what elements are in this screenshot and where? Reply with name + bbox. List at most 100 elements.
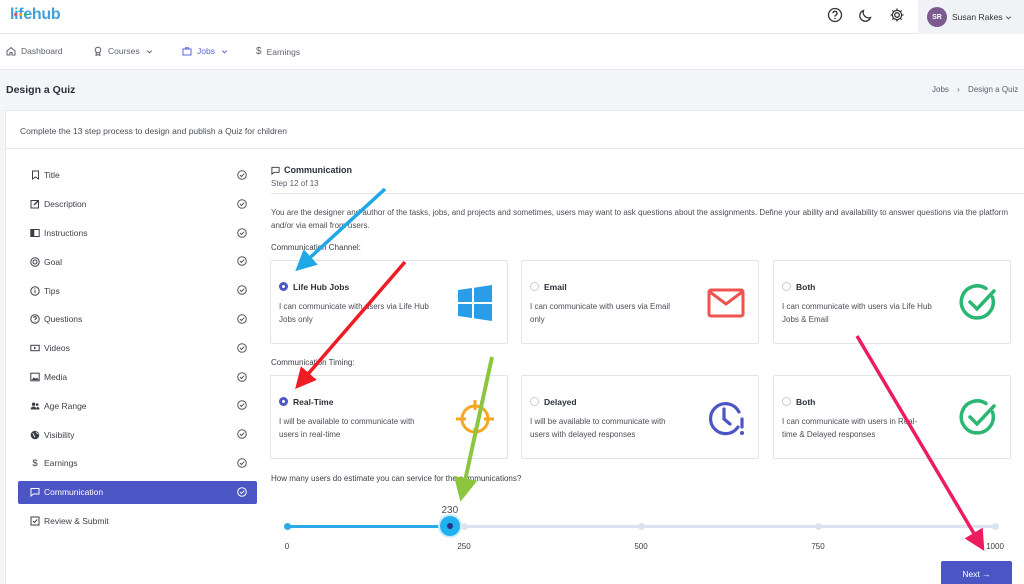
slider-dot (460, 523, 468, 530)
step-goal[interactable]: Goal (18, 247, 257, 276)
chevron-down-icon (221, 49, 227, 53)
step-label: Title (44, 170, 60, 181)
section-description: You are the designer and author of the t… (271, 208, 1009, 230)
crosshair-icon (456, 400, 494, 438)
users-slider[interactable] (283, 516, 999, 536)
edit-icon (30, 199, 40, 209)
users-question: How many users do estimate you can servi… (271, 474, 522, 483)
step-label: Visibility (44, 429, 75, 440)
radio-selected[interactable] (279, 282, 288, 291)
step-counter: Step 12 of 13 (271, 179, 319, 188)
check-circle-icon (237, 400, 247, 412)
radio-unselected[interactable] (530, 282, 539, 291)
windows-icon (458, 285, 492, 321)
page-title: Design a Quiz (6, 84, 76, 96)
channel-option-lifehub[interactable]: Life Hub Jobs I can communicate with use… (270, 260, 508, 344)
help-icon (30, 314, 40, 325)
moon-icon[interactable] (857, 6, 875, 24)
breadcrumb: Jobs › Design a Quiz (932, 85, 1024, 94)
briefcase-icon (182, 47, 192, 56)
award-icon (94, 46, 102, 56)
step-title[interactable]: Title (18, 161, 257, 190)
timing-option-realtime[interactable]: Real-Time I will be available to communi… (270, 375, 508, 459)
timing-label: Communication Timing: (271, 358, 355, 367)
step-label: Media (44, 371, 68, 382)
chevron-down-icon (1005, 15, 1011, 19)
info-icon (30, 285, 40, 296)
check-circle-icon (237, 285, 247, 297)
breadcrumb-jobs[interactable]: Jobs (932, 85, 949, 94)
slider-dot (814, 523, 822, 530)
option-desc: I can communicate with users via Life Hu… (782, 302, 932, 324)
next-button[interactable]: Next → (941, 561, 1012, 584)
dollar-icon: $ (256, 46, 262, 57)
step-media[interactable]: Media (18, 363, 257, 392)
lifehub-logo[interactable]: lifehub (10, 6, 61, 24)
breadcrumb-current: Design a Quiz (968, 85, 1019, 94)
step-description[interactable]: Description (18, 190, 257, 219)
step-visibility[interactable]: Visibility (18, 420, 257, 449)
option-title: Both (796, 397, 816, 407)
slider-dot (991, 523, 999, 530)
check-square-icon (30, 516, 40, 526)
slider-tick: 0 (284, 542, 290, 551)
users-icon (30, 401, 40, 411)
step-label: Videos (44, 343, 70, 354)
option-desc: I can communicate with users in Real-tim… (782, 417, 918, 439)
target-icon (30, 257, 40, 267)
bookmark-icon (30, 170, 40, 181)
nav-jobs-label: Jobs (197, 46, 215, 56)
step-age-range[interactable]: Age Range (18, 391, 257, 420)
breadcrumb-separator: › (957, 85, 960, 94)
step-tips[interactable]: Tips (18, 276, 257, 305)
nav-earnings[interactable]: $ Earnings (256, 46, 300, 57)
check-circle-icon (237, 458, 247, 470)
slider-handle[interactable] (439, 516, 460, 536)
radio-unselected[interactable] (530, 397, 539, 406)
step-label: Communication (44, 487, 104, 498)
check-circle-icon (959, 399, 996, 435)
slider-fill (287, 525, 450, 528)
check-circle-icon (237, 198, 247, 211)
divider (6, 148, 1024, 149)
check-circle-icon (237, 371, 247, 384)
timing-option-both[interactable]: Both I can communicate with users in Rea… (773, 375, 1011, 459)
channel-option-email[interactable]: Email I can communicate with users via E… (521, 260, 759, 344)
step-questions[interactable]: Questions (18, 305, 257, 334)
help-icon[interactable] (826, 6, 844, 24)
radio-selected[interactable] (279, 397, 288, 406)
step-label: Goal (44, 256, 62, 267)
check-circle-icon (237, 342, 247, 355)
check-circle-icon (237, 429, 247, 441)
gear-icon[interactable] (888, 6, 906, 24)
option-title: Delayed (544, 397, 577, 407)
check-circle-icon (237, 486, 247, 499)
nav-jobs[interactable]: Jobs (182, 46, 233, 56)
logo-text: lifehub (10, 6, 61, 23)
book-icon (30, 228, 40, 238)
divider (271, 193, 1024, 194)
step-label: Instructions (44, 227, 88, 238)
step-instructions[interactable]: Instructions (18, 219, 257, 248)
nav-courses[interactable]: Courses (93, 46, 158, 56)
user-menu[interactable]: SR Susan Rakes (918, 0, 1024, 34)
option-desc: I will be available to communicate with … (530, 417, 666, 439)
main-nav: Dashboard Courses Jobs $ Earnings (0, 34, 1024, 70)
chevron-down-icon (146, 49, 152, 53)
step-earnings[interactable]: $ Earnings (18, 449, 257, 478)
radio-unselected[interactable] (782, 397, 791, 406)
step-label: Earnings (44, 458, 78, 469)
channel-label: Communication Channel: (271, 243, 361, 252)
slider-tick: 500 (634, 542, 648, 551)
clock-alert-icon (708, 402, 744, 436)
step-videos[interactable]: Videos (18, 334, 257, 363)
step-review-submit[interactable]: Review & Submit (18, 507, 257, 536)
nav-dashboard[interactable]: Dashboard (6, 46, 63, 56)
channel-option-both[interactable]: Both I can communicate with users via Li… (773, 260, 1011, 344)
timing-option-delayed[interactable]: Delayed I will be available to communica… (521, 375, 759, 459)
section-title: Communication (271, 165, 352, 175)
radio-unselected[interactable] (782, 282, 791, 291)
slider-tick: 1000 (986, 542, 1004, 551)
step-communication[interactable]: Communication (18, 480, 257, 504)
step-label: Tips (44, 285, 60, 296)
